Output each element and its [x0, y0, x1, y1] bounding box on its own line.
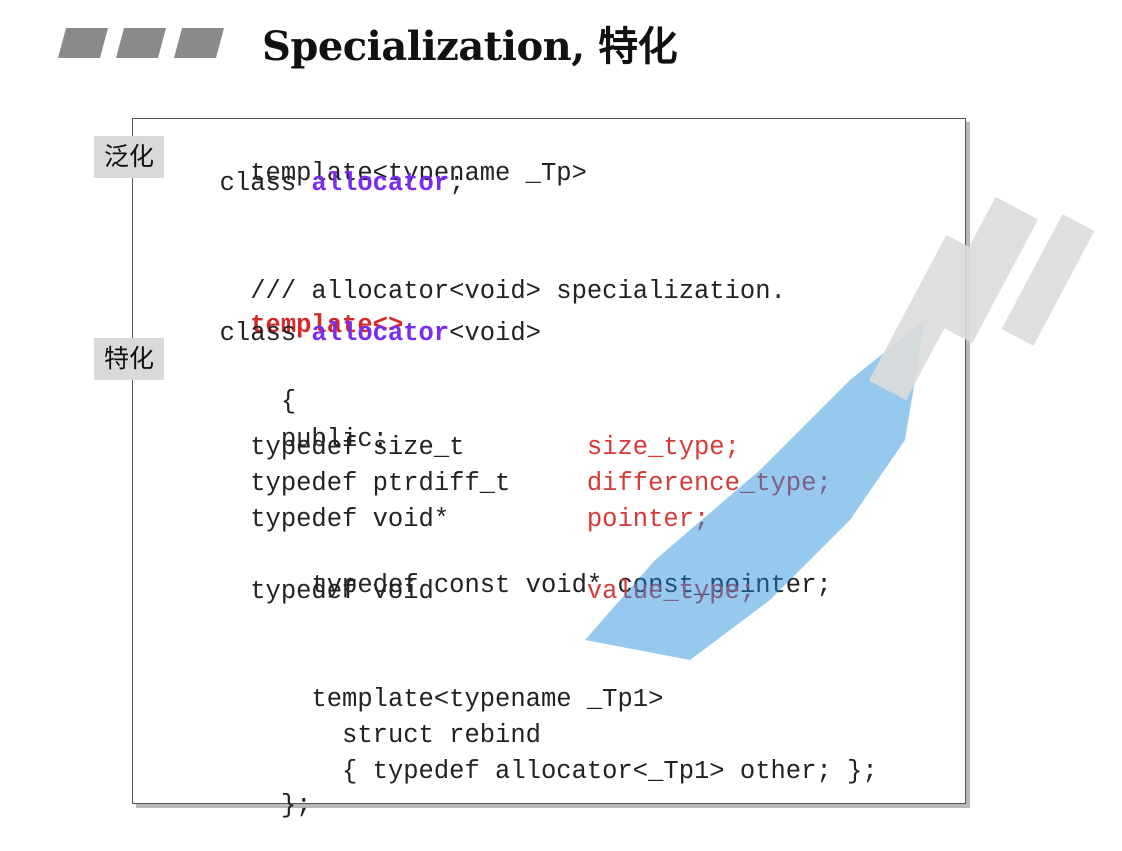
code-text: typedef void*	[189, 505, 587, 534]
code-box: template<typename _Tp> class allocator; …	[132, 118, 966, 820]
code-typename: value_type;	[586, 577, 756, 606]
code-text: typedef ptrdiff_t	[189, 469, 587, 498]
code-text: { typedef allocator<_Tp1> other; };	[250, 757, 878, 786]
code-line: class allocator<void>	[189, 319, 541, 349]
specialized-label: 特化	[94, 338, 165, 380]
code-typename: pointer;	[586, 505, 710, 534]
code-line: typedef ptrdiff_t difference_type;	[189, 469, 832, 499]
code-line: typedef size_t size_type;	[189, 433, 740, 463]
code-line: class allocator;	[189, 169, 465, 199]
code-typename: size_type;	[586, 433, 740, 462]
code-typename: difference_type;	[586, 469, 832, 498]
code-line: };	[189, 761, 312, 851]
code-line: typedef void* pointer;	[189, 505, 709, 535]
code-line: typedef void value_type;	[189, 577, 755, 607]
code-text: ;	[449, 169, 465, 198]
code-text: <void>	[449, 319, 541, 348]
code-text: class	[189, 169, 312, 198]
code-keyword: allocator	[311, 169, 450, 198]
code-keyword: allocator	[311, 319, 450, 348]
title-decoration-bars	[58, 28, 224, 58]
code-text: };	[250, 791, 312, 820]
slide-title: Specialization, 特化	[262, 23, 678, 70]
generic-label: 泛化	[94, 136, 165, 178]
code-text: typedef void	[189, 577, 587, 606]
code-text: typedef size_t	[189, 433, 587, 462]
code-text: class	[189, 319, 312, 348]
